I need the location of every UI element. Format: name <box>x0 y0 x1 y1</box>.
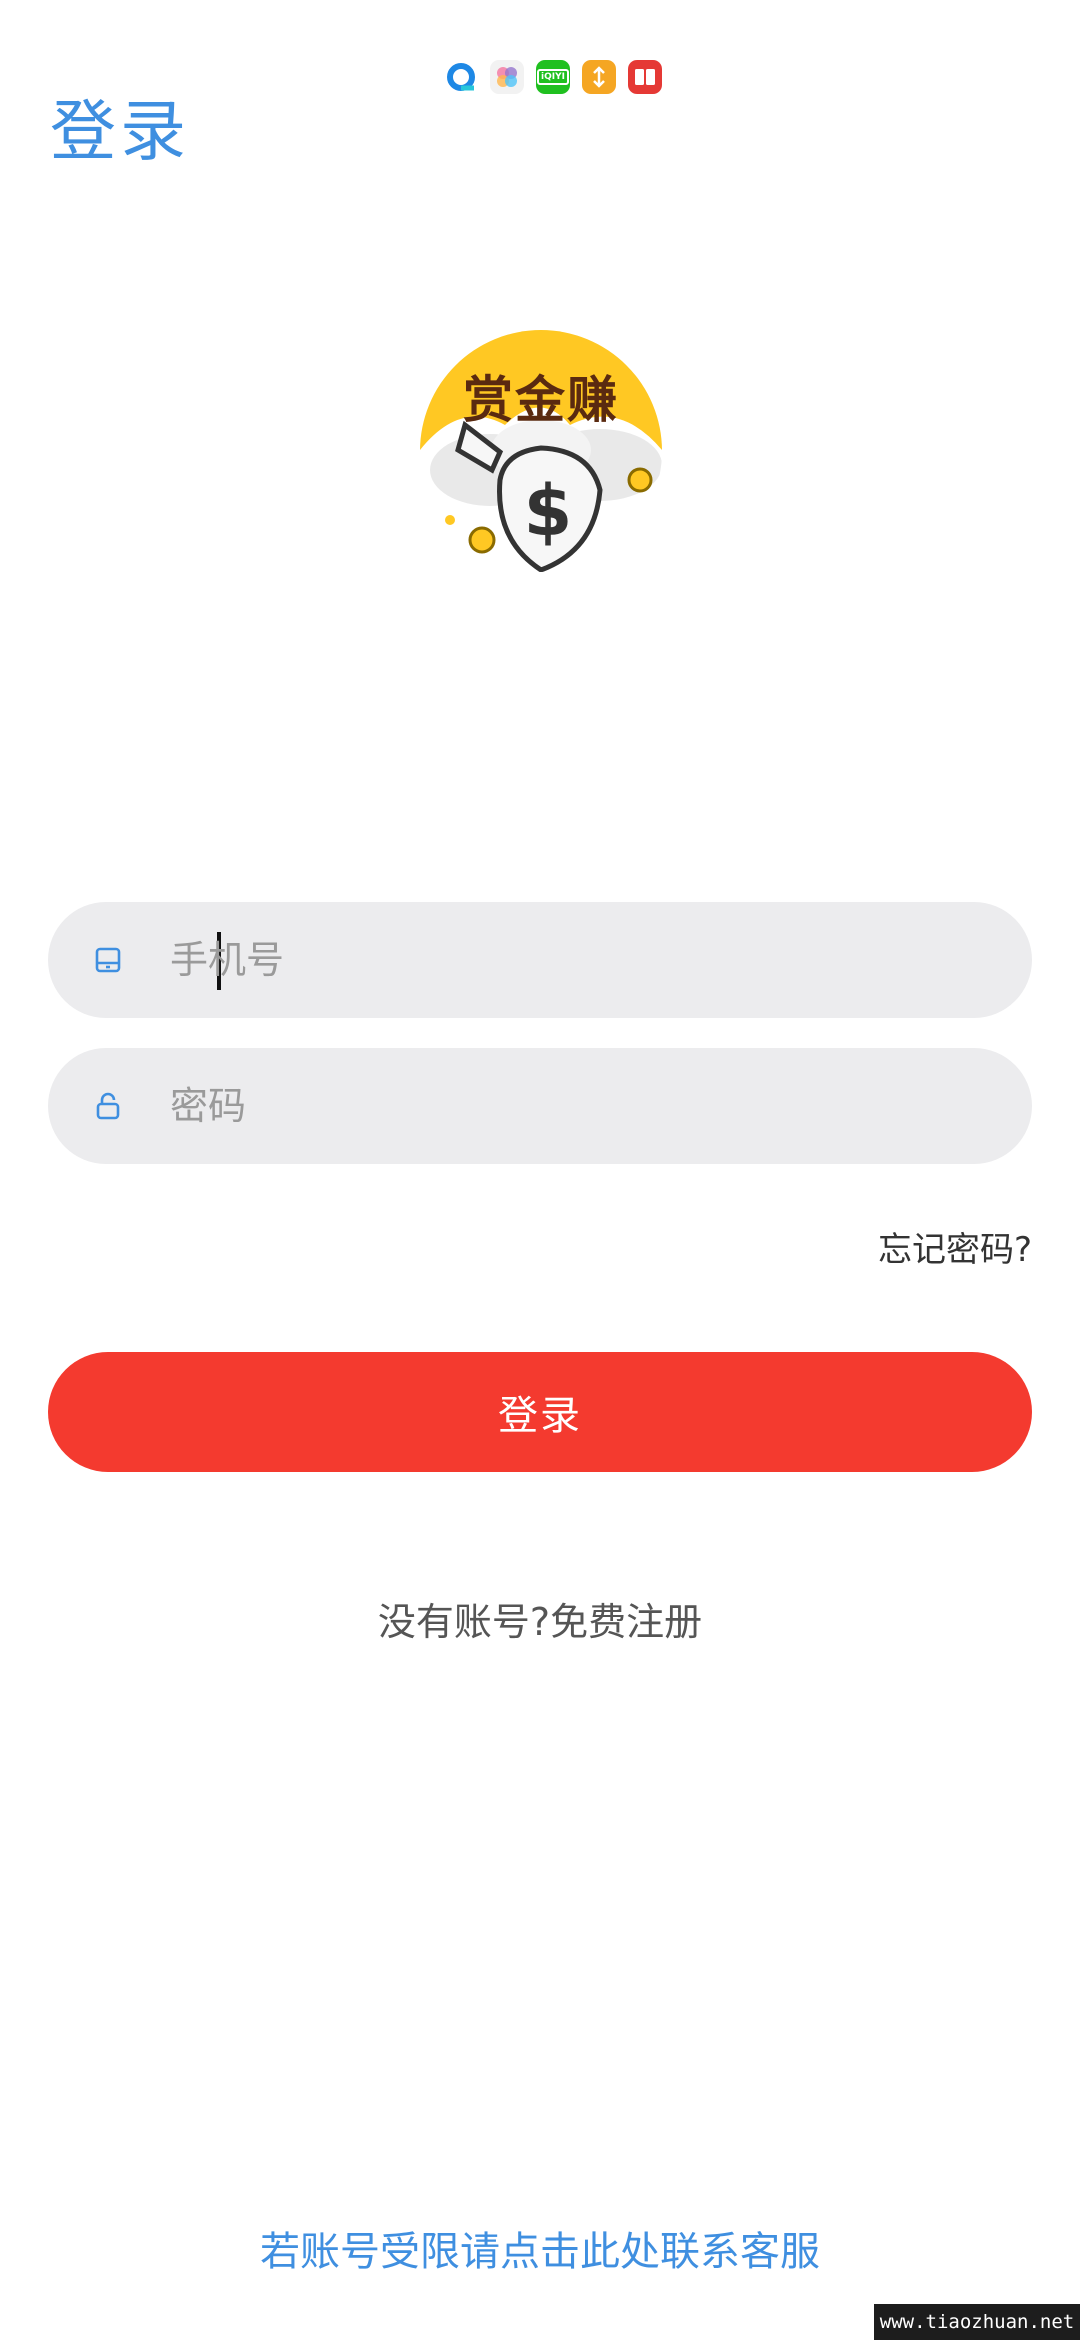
video-icon[interactable] <box>582 60 616 94</box>
forgot-password-link[interactable]: 忘记密码? <box>878 1228 1032 1272</box>
login-screen: iQIYI 登录 $ 赏金赚 手机号 忘记密码? 登录 没有账号?免费注册 若账… <box>0 0 1080 2340</box>
recent-apps-tray: iQIYI <box>444 60 662 94</box>
page-title: 登录 <box>50 93 190 170</box>
register-link[interactable]: 没有账号?免费注册 <box>0 1596 1080 1648</box>
watermark: www.tiaozhuan.net <box>874 2304 1080 2340</box>
logo-text: 赏金赚 <box>463 371 619 429</box>
photos-icon[interactable] <box>490 60 524 94</box>
svg-text:$: $ <box>524 470 573 552</box>
phone-icon <box>94 946 122 974</box>
phone-input[interactable] <box>122 902 942 1018</box>
reader-icon[interactable] <box>628 60 662 94</box>
password-field[interactable] <box>48 1048 1032 1164</box>
iqiyi-label: iQIYI <box>537 69 569 85</box>
phone-field[interactable] <box>48 902 1032 1018</box>
password-input[interactable] <box>122 1048 942 1164</box>
lock-icon <box>94 1092 122 1120</box>
login-button[interactable]: 登录 <box>48 1352 1032 1472</box>
iqiyi-icon[interactable]: iQIYI <box>536 60 570 94</box>
app-logo: $ 赏金赚 <box>420 330 662 572</box>
contact-support-link[interactable]: 若账号受限请点击此处联系客服 <box>0 2224 1080 2280</box>
qq-browser-icon[interactable] <box>444 60 478 94</box>
